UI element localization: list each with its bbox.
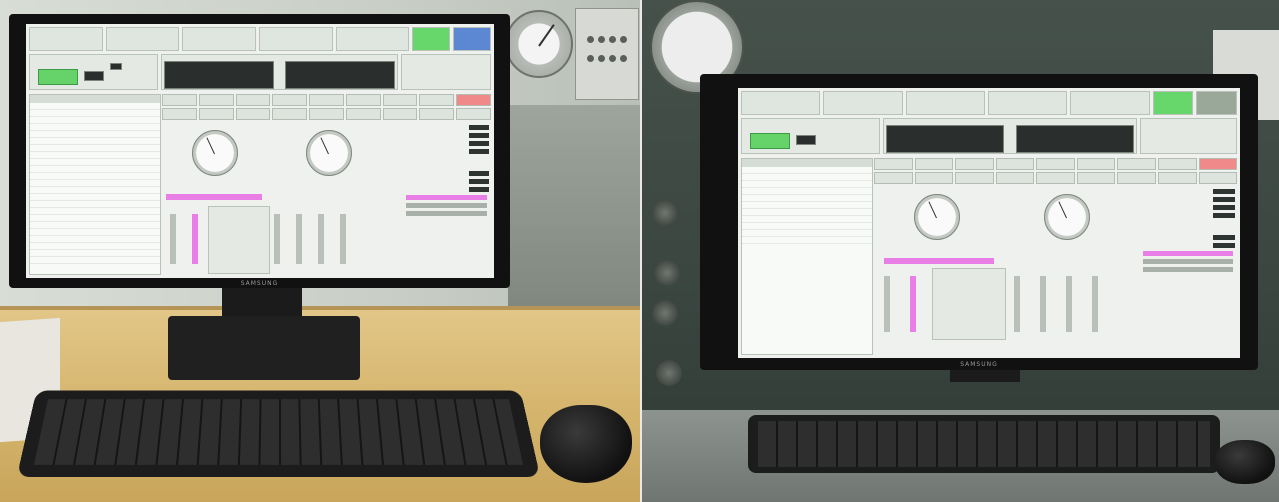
start-button[interactable] (750, 133, 790, 149)
equipment-cabinet (508, 105, 640, 310)
control-knob (656, 360, 682, 386)
display-screen-1 (885, 125, 1004, 153)
timer-panel (400, 54, 491, 90)
top-status-bar (741, 91, 1237, 115)
monitor-stand-base (168, 316, 360, 380)
scada-interface (738, 88, 1240, 358)
dial-gauge-1 (914, 194, 960, 240)
monitor-brand-logo: SAMSUNG (240, 280, 279, 287)
dial-gauge-1 (192, 130, 238, 176)
desk-edge (0, 306, 640, 310)
pink-level-bar (884, 258, 994, 264)
monitor-stand-neck (222, 288, 302, 316)
control-row (29, 54, 491, 90)
trend-chart (208, 206, 270, 274)
right-monitor-screen (738, 88, 1240, 358)
indicator-lamps (585, 30, 629, 68)
timer-panel (1140, 118, 1237, 154)
computer-mouse (540, 405, 632, 483)
right-monitor: SAMSUNG (700, 74, 1258, 370)
display-screen-2 (284, 61, 395, 89)
start-button[interactable] (38, 69, 78, 85)
status-side-panel (402, 122, 491, 275)
control-knob (652, 300, 678, 326)
display-screen-1 (164, 61, 275, 89)
alarm-button[interactable] (456, 94, 492, 106)
scada-interface (26, 24, 494, 278)
photo-collage: SAMSUNG SAMSUNG (0, 0, 1279, 502)
computer-mouse (1215, 440, 1275, 484)
mode-buttons (874, 158, 1238, 170)
status-side-panel (1139, 186, 1237, 355)
parameter-list (29, 94, 161, 275)
left-photo: SAMSUNG (0, 0, 640, 502)
pink-level-bar (166, 194, 262, 200)
left-monitor: SAMSUNG (9, 14, 510, 288)
control-knob (652, 200, 678, 226)
display-screen-2 (1016, 125, 1135, 153)
function-buttons (162, 108, 492, 120)
mode-buttons (162, 94, 492, 106)
main-panel (162, 94, 492, 275)
trend-chart (932, 268, 1006, 340)
left-monitor-screen (26, 24, 494, 278)
parameter-list (741, 158, 873, 355)
control-row (741, 118, 1237, 154)
keyboard (748, 415, 1220, 473)
keyboard (16, 390, 541, 477)
monitor-stand-neck (950, 370, 1020, 382)
control-knob (654, 260, 680, 286)
function-buttons (874, 172, 1238, 184)
dial-gauge-2 (306, 130, 352, 176)
top-status-bar (29, 27, 492, 51)
analog-gauge (505, 10, 573, 78)
monitor-brand-logo: SAMSUNG (960, 361, 998, 368)
dial-gauge-2 (1044, 194, 1090, 240)
main-panel (874, 158, 1238, 355)
alarm-button[interactable] (1198, 158, 1238, 170)
